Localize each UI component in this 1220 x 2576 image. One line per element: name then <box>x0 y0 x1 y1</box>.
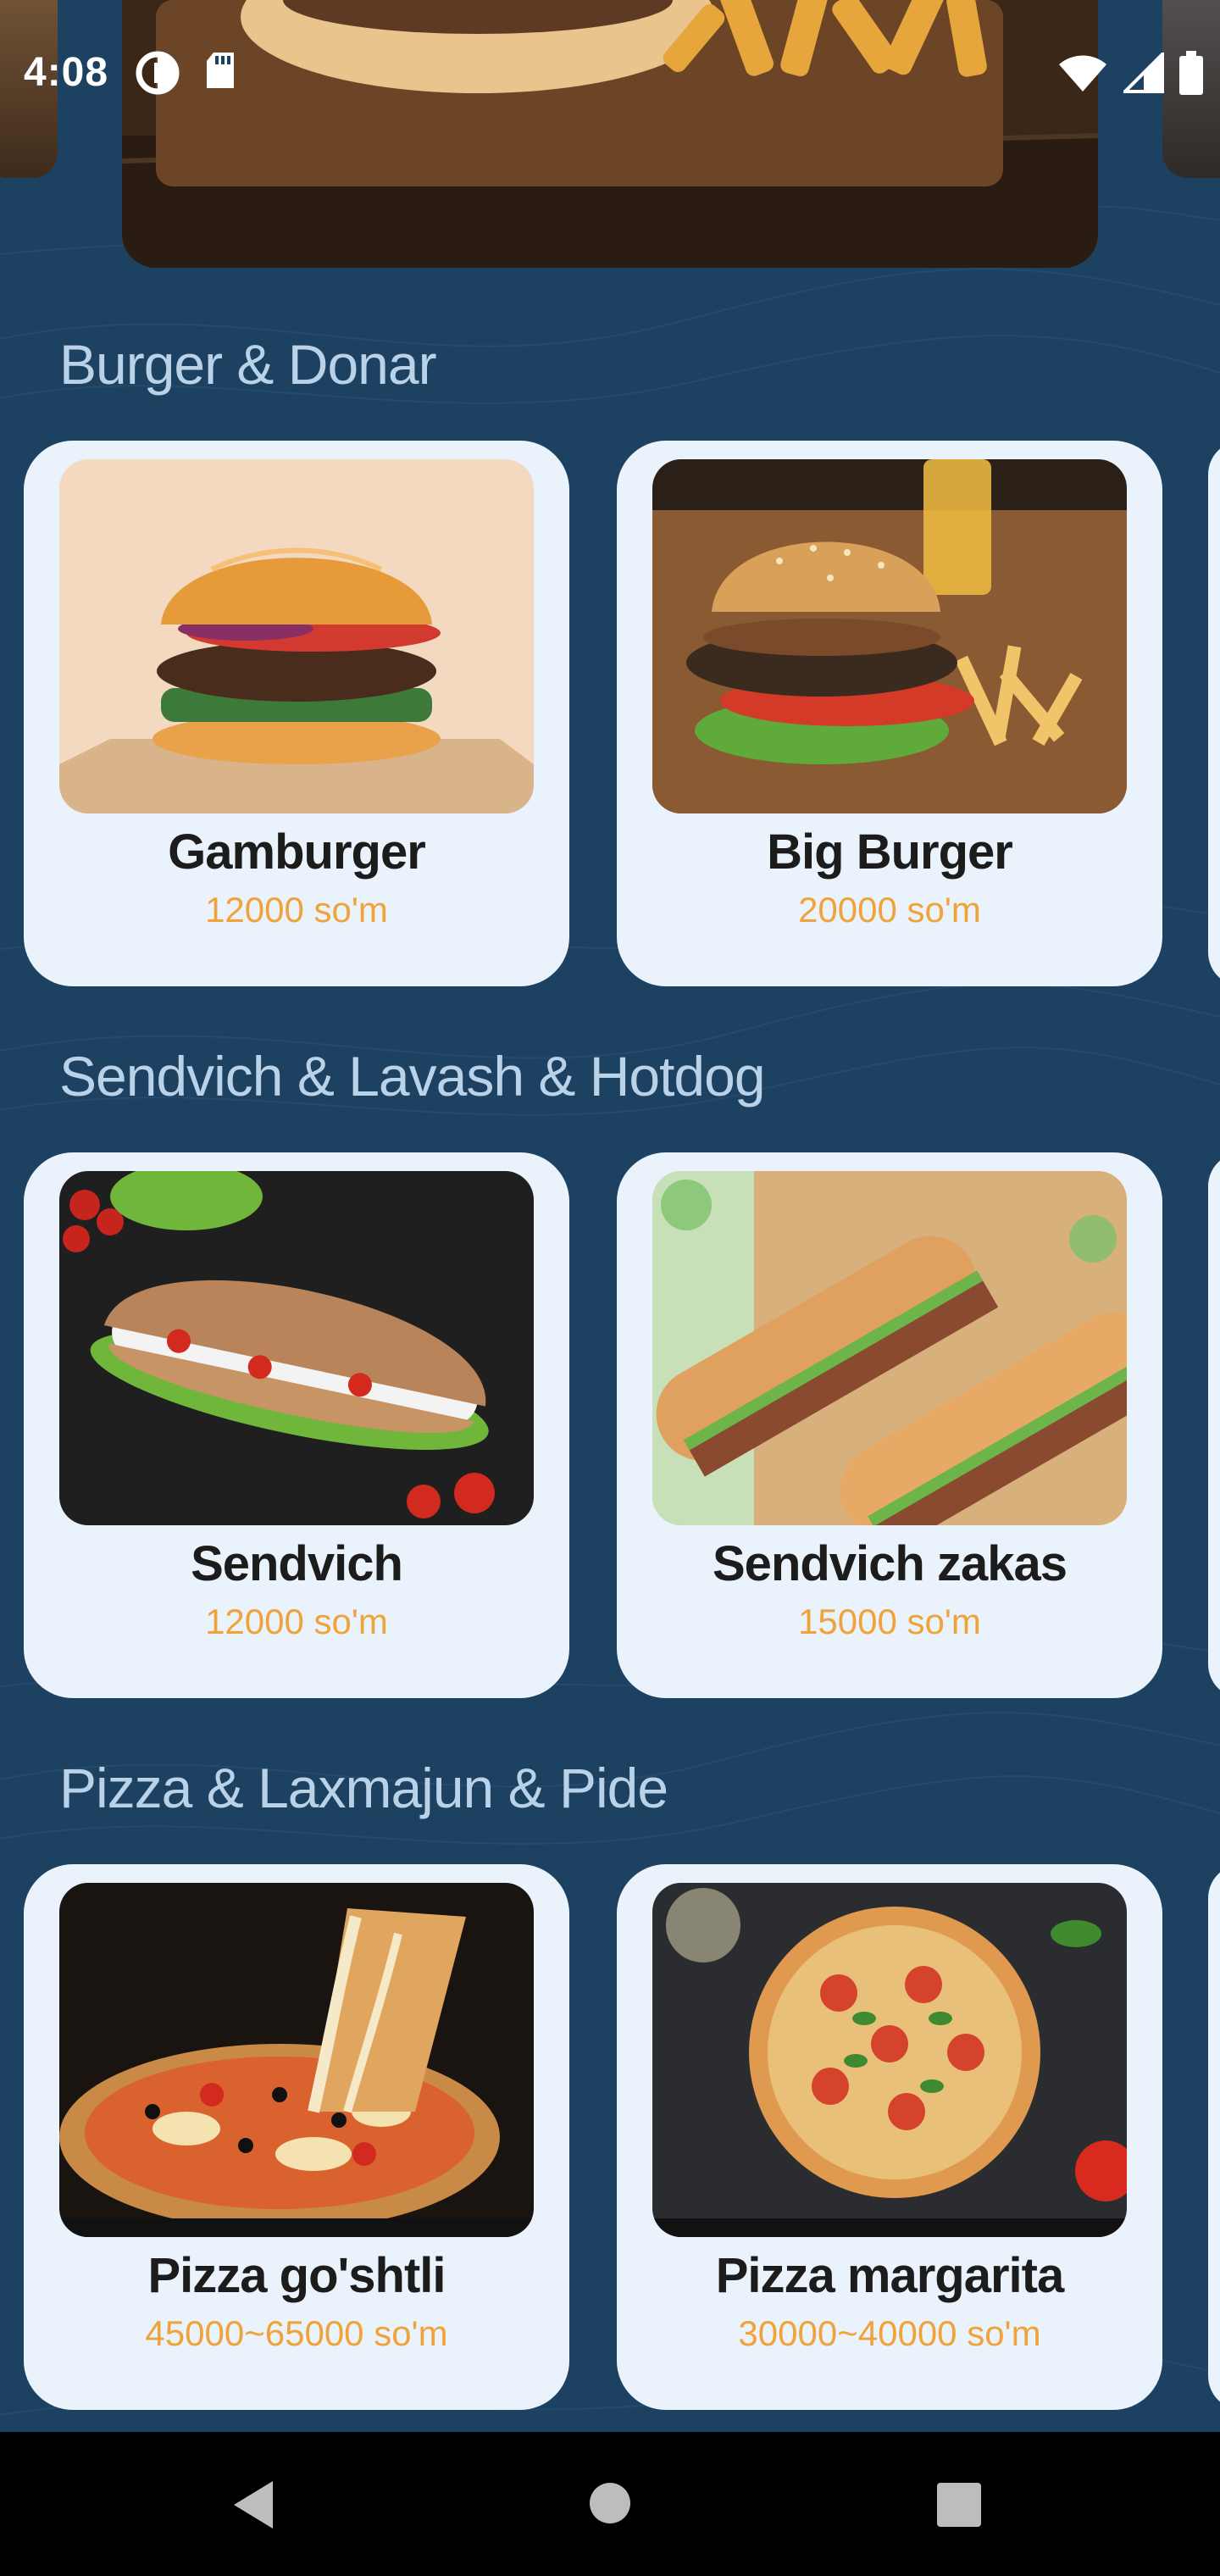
product-name: Pizza go'shtli <box>147 2248 446 2303</box>
wifi-icon <box>1057 53 1108 97</box>
product-price: 12000 so'm <box>205 890 388 930</box>
product-image-gamburger <box>59 459 534 813</box>
product-image-pizza-goshtli <box>59 1883 534 2237</box>
product-card-big-burger[interactable]: Big Burger 20000 so'm <box>617 441 1162 986</box>
product-card-gamburger[interactable]: Gamburger 12000 so'm <box>24 441 569 986</box>
product-image-pizza-margarita <box>652 1883 1127 2237</box>
product-name: Gamburger <box>168 824 426 880</box>
product-name: Big Burger <box>767 824 1013 880</box>
status-time: 4:08 <box>24 50 109 95</box>
status-bar: 4:08 <box>0 0 1220 144</box>
product-price: 20000 so'm <box>798 890 981 930</box>
product-price: 15000 so'm <box>798 1602 981 1641</box>
product-price: 45000~65000 so'm <box>145 2313 448 2353</box>
back-icon[interactable] <box>230 2479 276 2534</box>
product-image-sendvich <box>59 1171 534 1525</box>
home-icon[interactable] <box>588 2481 632 2529</box>
product-price: 12000 so'm <box>205 1602 388 1641</box>
product-image-sendvich-zakas <box>652 1171 1127 1525</box>
section-title-burger: Burger & Donar <box>59 333 437 396</box>
product-name: Sendvich <box>191 1536 403 1591</box>
product-card-pizza-margarita[interactable]: Pizza margarita 30000~40000 so'm <box>617 1864 1162 2410</box>
product-image-big-burger <box>652 459 1127 813</box>
product-card-pizza-goshtli[interactable]: Pizza go'shtli 45000~65000 so'm <box>24 1864 569 2410</box>
product-name: Pizza margarita <box>715 2248 1065 2303</box>
section-title-sendvich: Sendvich & Lavash & Hotdog <box>59 1045 766 1108</box>
product-card-peek[interactable] <box>1208 1864 1220 2410</box>
recents-icon[interactable] <box>937 2483 981 2531</box>
sd-card-icon <box>203 51 237 99</box>
section-title-pizza: Pizza & Laxmajun & Pide <box>59 1757 668 1819</box>
product-card-peek[interactable] <box>1208 1152 1220 1698</box>
product-card-sendvich[interactable]: Sendvich 12000 so'm <box>24 1152 569 1698</box>
battery-icon <box>1179 51 1203 99</box>
data-saver-icon <box>136 51 180 99</box>
product-card-peek[interactable] <box>1208 441 1220 986</box>
product-name: Sendvich zakas <box>713 1536 1068 1591</box>
system-nav-bar <box>0 2432 1220 2576</box>
product-card-sendvich-zakas[interactable]: Sendvich zakas 15000 so'm <box>617 1152 1162 1698</box>
cellular-signal-icon <box>1121 50 1164 97</box>
product-price: 30000~40000 so'm <box>738 2313 1041 2353</box>
